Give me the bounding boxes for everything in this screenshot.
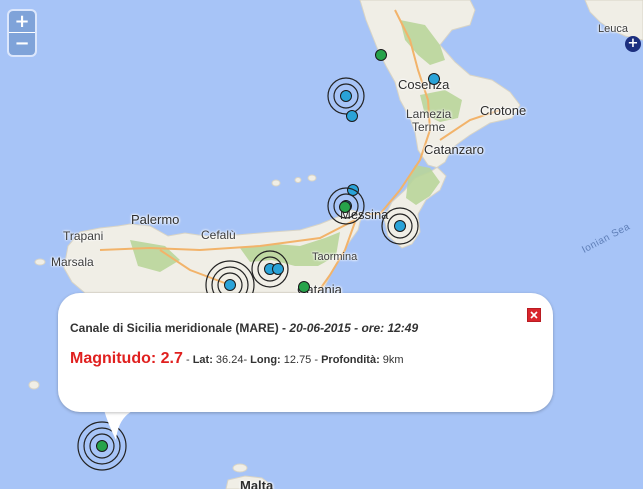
- marker-dot[interactable]: [340, 90, 352, 102]
- place-label-leuca: Leuca: [598, 23, 628, 35]
- expand-plus-button[interactable]: +: [625, 36, 641, 52]
- marker-dot[interactable]: [272, 263, 284, 275]
- place-label-taormina: Taormina: [312, 251, 358, 263]
- place-label-lamezia: Lamezia: [406, 107, 452, 121]
- popup-depth-label: Profondità:: [321, 354, 380, 366]
- popup-dash: -: [185, 354, 193, 366]
- earthquake-marker-blue[interactable]: [346, 110, 358, 122]
- close-icon: [530, 311, 538, 319]
- marker-dot[interactable]: [339, 201, 351, 213]
- popup-time-label: - ore:: [350, 321, 388, 335]
- map[interactable]: Leuca Cosenza Crotone Lamezia Terme Cata…: [0, 0, 643, 489]
- popup-long-label: Long:: [250, 354, 281, 366]
- island: [271, 179, 281, 187]
- island: [232, 463, 248, 473]
- island: [294, 177, 302, 183]
- zoom-control: + −: [9, 11, 35, 55]
- popup-close-button[interactable]: [527, 308, 541, 322]
- zoom-in-button[interactable]: +: [9, 11, 35, 33]
- place-label-terme: Terme: [412, 120, 446, 134]
- popup-lat-label: Lat:: [192, 354, 213, 366]
- place-label-marsala: Marsala: [51, 255, 94, 269]
- earthquake-marker-blue[interactable]: [428, 73, 440, 85]
- popup-time: 12:49: [387, 321, 419, 335]
- place-label-crotone: Crotone: [480, 103, 527, 118]
- marker-dot[interactable]: [375, 49, 387, 61]
- popup-depth-value: 9km: [379, 354, 404, 366]
- earthquake-marker-green[interactable]: [298, 281, 310, 293]
- island: [34, 258, 46, 266]
- place-label-malta: Malta: [240, 478, 274, 489]
- place-label-trapani: Trapani: [63, 229, 104, 243]
- marker-dot[interactable]: [346, 110, 358, 122]
- popup-lat-value: 36.24-: [212, 354, 251, 366]
- place-label-cosenza: Cosenza: [398, 77, 450, 92]
- popup-long-value: 12.75 -: [280, 354, 322, 366]
- map-base-layer: [28, 0, 643, 489]
- island: [307, 174, 317, 182]
- popup-separator: -: [278, 321, 290, 335]
- popup-location: Canale di Sicilia meridionale (MARE): [70, 321, 279, 335]
- popup-details: Magnitudo: 2.7 - Lat: 36.24- Long: 12.75…: [70, 350, 404, 368]
- popup-tip: [104, 410, 134, 440]
- popup-date: 20-06-2015: [289, 321, 351, 335]
- marker-dot[interactable]: [224, 279, 236, 291]
- earthquake-marker-green[interactable]: [339, 201, 351, 213]
- place-label-cefalu: Cefalù: [201, 228, 236, 242]
- earthquake-popup: Canale di Sicilia meridionale (MARE) - 2…: [58, 293, 553, 412]
- marker-dot[interactable]: [428, 73, 440, 85]
- earthquake-marker-green[interactable]: [375, 49, 387, 61]
- marker-dot[interactable]: [298, 281, 310, 293]
- place-label-palermo: Palermo: [131, 212, 180, 227]
- island: [28, 380, 40, 390]
- marker-dot[interactable]: [394, 220, 406, 232]
- zoom-out-button[interactable]: −: [9, 33, 35, 55]
- place-label-catanzaro: Catanzaro: [424, 142, 484, 157]
- popup-title: Canale di Sicilia meridionale (MARE) - 2…: [70, 321, 418, 335]
- earthquake-marker-blue[interactable]: [272, 263, 284, 275]
- popup-magnitude: Magnitudo: 2.7: [70, 350, 183, 367]
